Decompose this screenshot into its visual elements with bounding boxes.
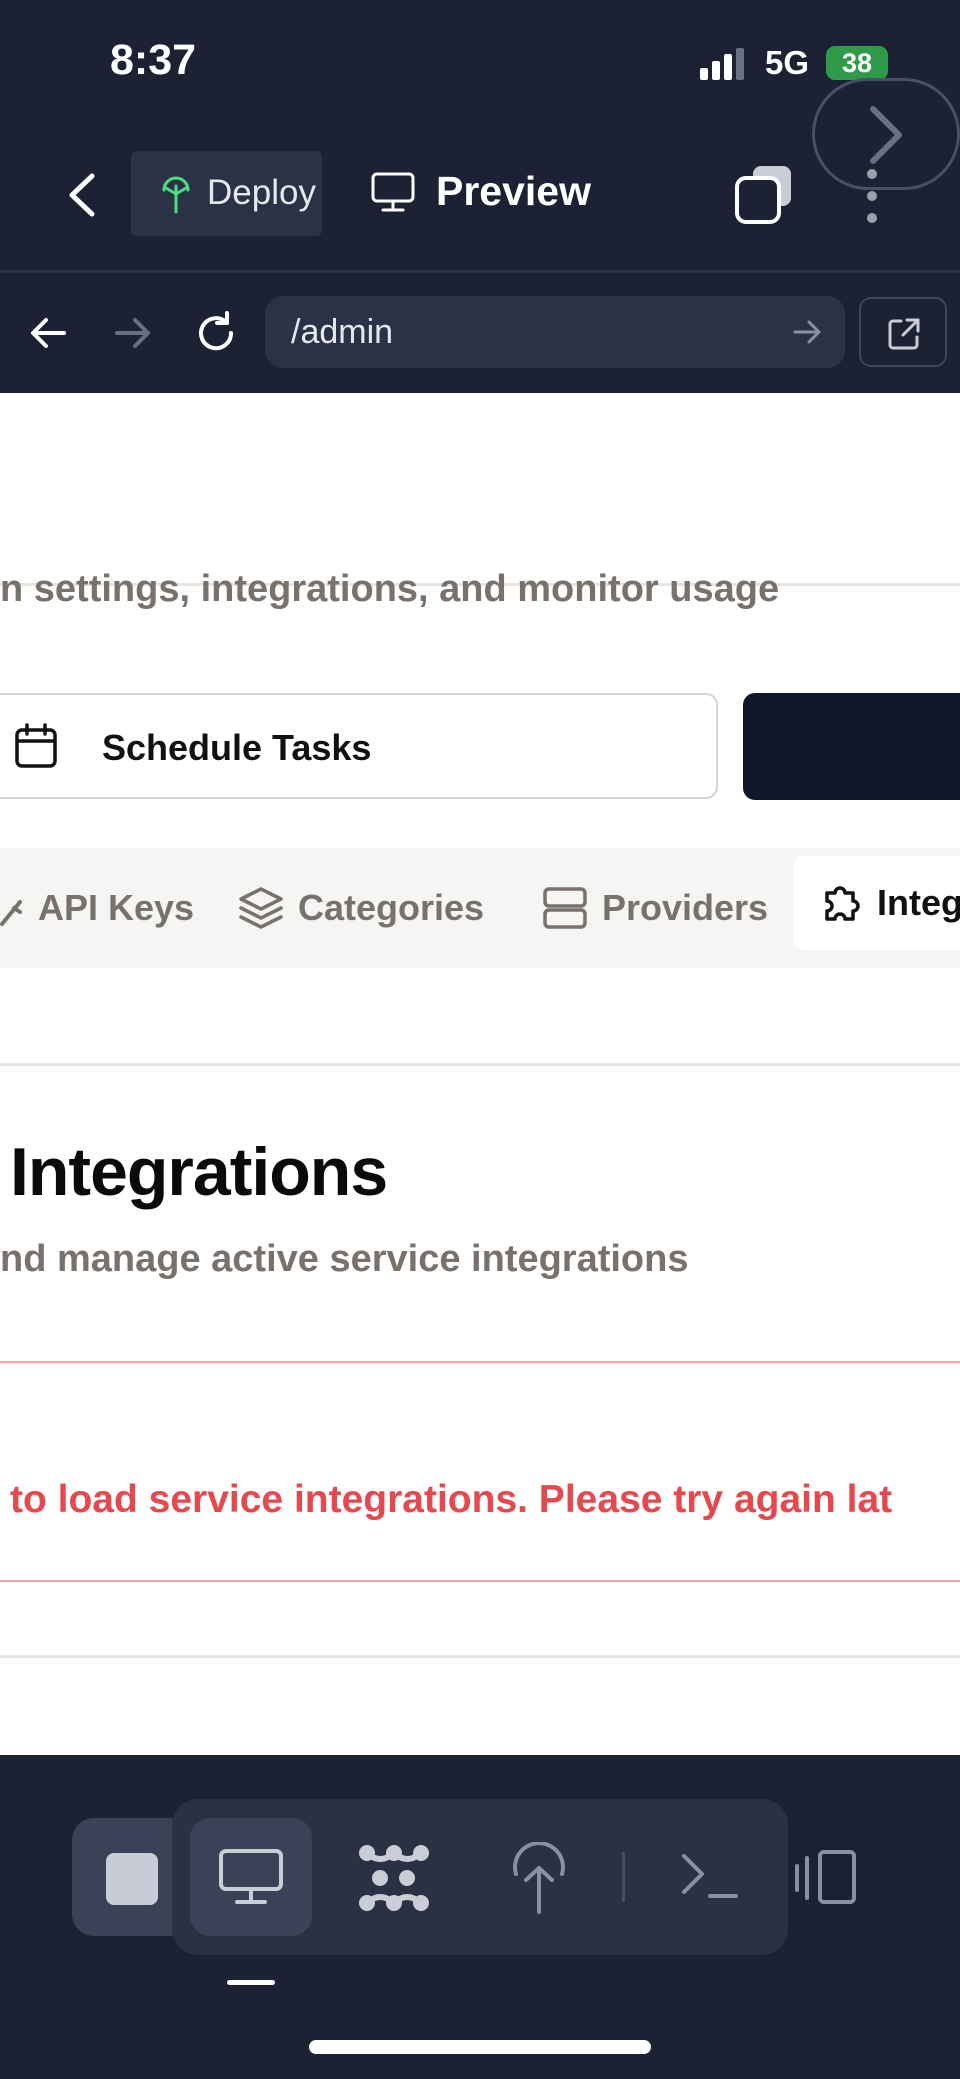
tab-providers[interactable]: Providers <box>542 848 768 968</box>
tab-label: Categories <box>298 887 485 928</box>
back-chevron-icon[interactable] <box>64 170 100 220</box>
tab-label: Integ <box>877 882 960 923</box>
url-input[interactable]: /admin <box>265 296 845 368</box>
error-message: to load service integrations. Please try… <box>10 1478 893 1521</box>
admin-tabs: API Keys Categories Providers Integ <box>0 848 960 968</box>
preview-label: Preview <box>436 168 591 214</box>
battery-indicator: 38 <box>826 46 888 80</box>
network-label: 5G <box>765 44 810 81</box>
error-border-top <box>0 1361 960 1363</box>
deploy-tree-icon <box>162 176 190 214</box>
server-icon <box>543 887 587 929</box>
monitor-icon <box>219 1849 283 1904</box>
home-indicator[interactable] <box>309 2040 651 2054</box>
tab-preview[interactable]: Preview <box>370 168 591 215</box>
floating-chevron-button[interactable] <box>812 78 960 190</box>
open-external-button[interactable] <box>859 297 947 367</box>
puzzle-icon <box>825 886 860 921</box>
tab-deploy[interactable]: Deploy <box>131 151 322 236</box>
section-subtitle: nd manage active service integrations <box>0 1238 689 1280</box>
go-arrow-icon[interactable] <box>793 318 823 346</box>
tab-categories[interactable]: Categories <box>238 848 484 968</box>
dock-separator <box>622 1852 625 1902</box>
split-view-icon[interactable] <box>794 1848 864 1906</box>
integrations-dots-icon[interactable] <box>357 1843 431 1913</box>
chevron-right-icon <box>870 106 902 164</box>
preview-content: n settings, integrations, and monitor us… <box>0 393 960 1755</box>
stop-icon <box>106 1853 158 1905</box>
key-icon <box>0 900 22 926</box>
calendar-icon <box>15 723 57 768</box>
error-border-bottom <box>0 1580 960 1582</box>
desktop-view-button[interactable] <box>190 1818 312 1936</box>
layers-icon <box>239 887 283 929</box>
copy-tabs-icon[interactable] <box>733 164 795 226</box>
page-subtitle: n settings, integrations, and monitor us… <box>0 568 780 610</box>
active-indicator <box>227 1980 275 1985</box>
status-time: 8:37 <box>110 36 197 84</box>
url-text: /admin <box>291 313 394 351</box>
nav-forward-arrow-icon[interactable] <box>113 313 153 353</box>
tab-label: Providers <box>602 887 769 928</box>
tab-api-keys[interactable]: API Keys <box>0 848 194 968</box>
monitor-icon <box>371 172 415 211</box>
deploy-label: Deploy <box>207 173 316 212</box>
header-divider <box>0 270 960 273</box>
external-link-icon <box>888 318 920 350</box>
tab-label: API Keys <box>38 887 195 928</box>
primary-action-button[interactable] <box>743 693 960 800</box>
reload-icon[interactable] <box>193 310 239 356</box>
deploy-tree-icon[interactable] <box>510 1842 568 1914</box>
content-end-divider <box>0 1655 960 1658</box>
terminal-icon[interactable] <box>680 1850 740 1902</box>
more-options-icon[interactable] <box>862 166 882 226</box>
schedule-tasks-label: Schedule Tasks <box>102 727 372 768</box>
section-divider <box>0 1063 960 1066</box>
section-title: Integrations <box>10 1134 388 1210</box>
tab-integrations[interactable]: Integ <box>793 856 960 950</box>
signal-icon <box>700 48 744 80</box>
nav-back-arrow-icon[interactable] <box>28 313 68 353</box>
